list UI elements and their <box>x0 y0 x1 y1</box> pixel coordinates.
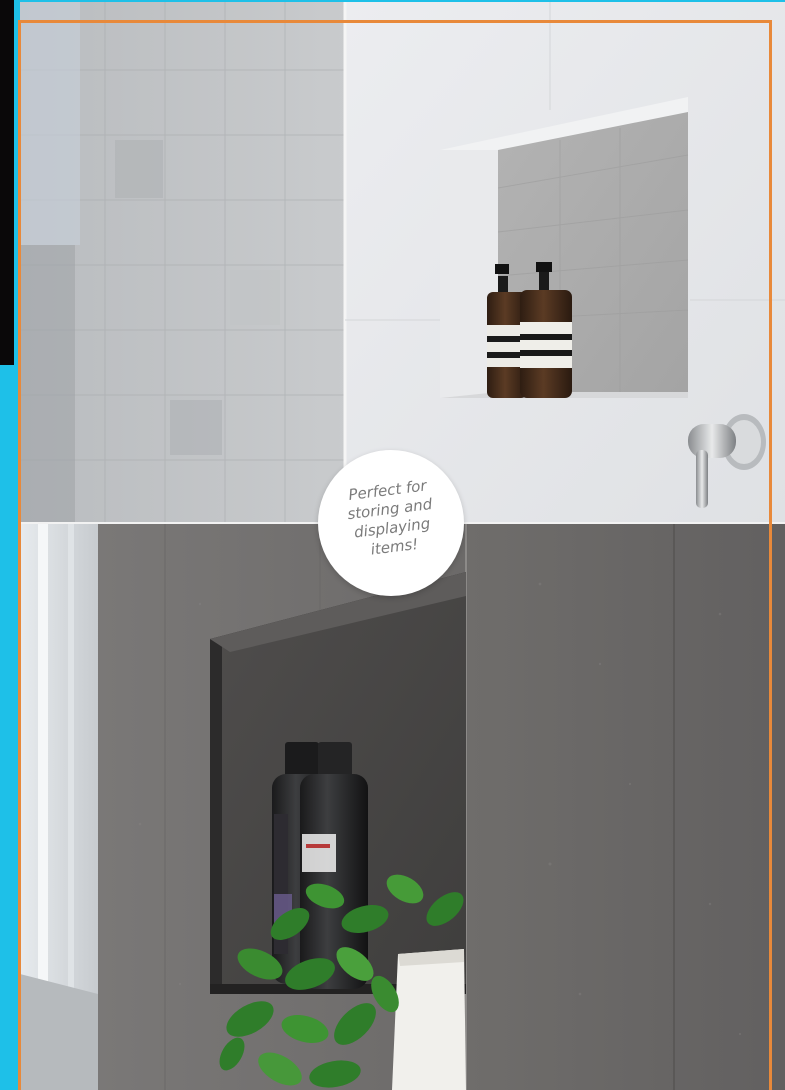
callout-bubble: Perfect for storing and displaying items… <box>318 450 464 596</box>
left-cyan-stripe <box>0 372 20 1090</box>
brochure-page: Perfect for storing and displaying items… <box>0 0 785 1090</box>
top-niche-photo <box>20 0 785 522</box>
top-accent-line <box>18 0 785 2</box>
bottom-niche-photo <box>20 524 785 1090</box>
callout-text: Perfect for storing and displaying items… <box>346 476 434 559</box>
left-black-stripe <box>0 0 14 365</box>
